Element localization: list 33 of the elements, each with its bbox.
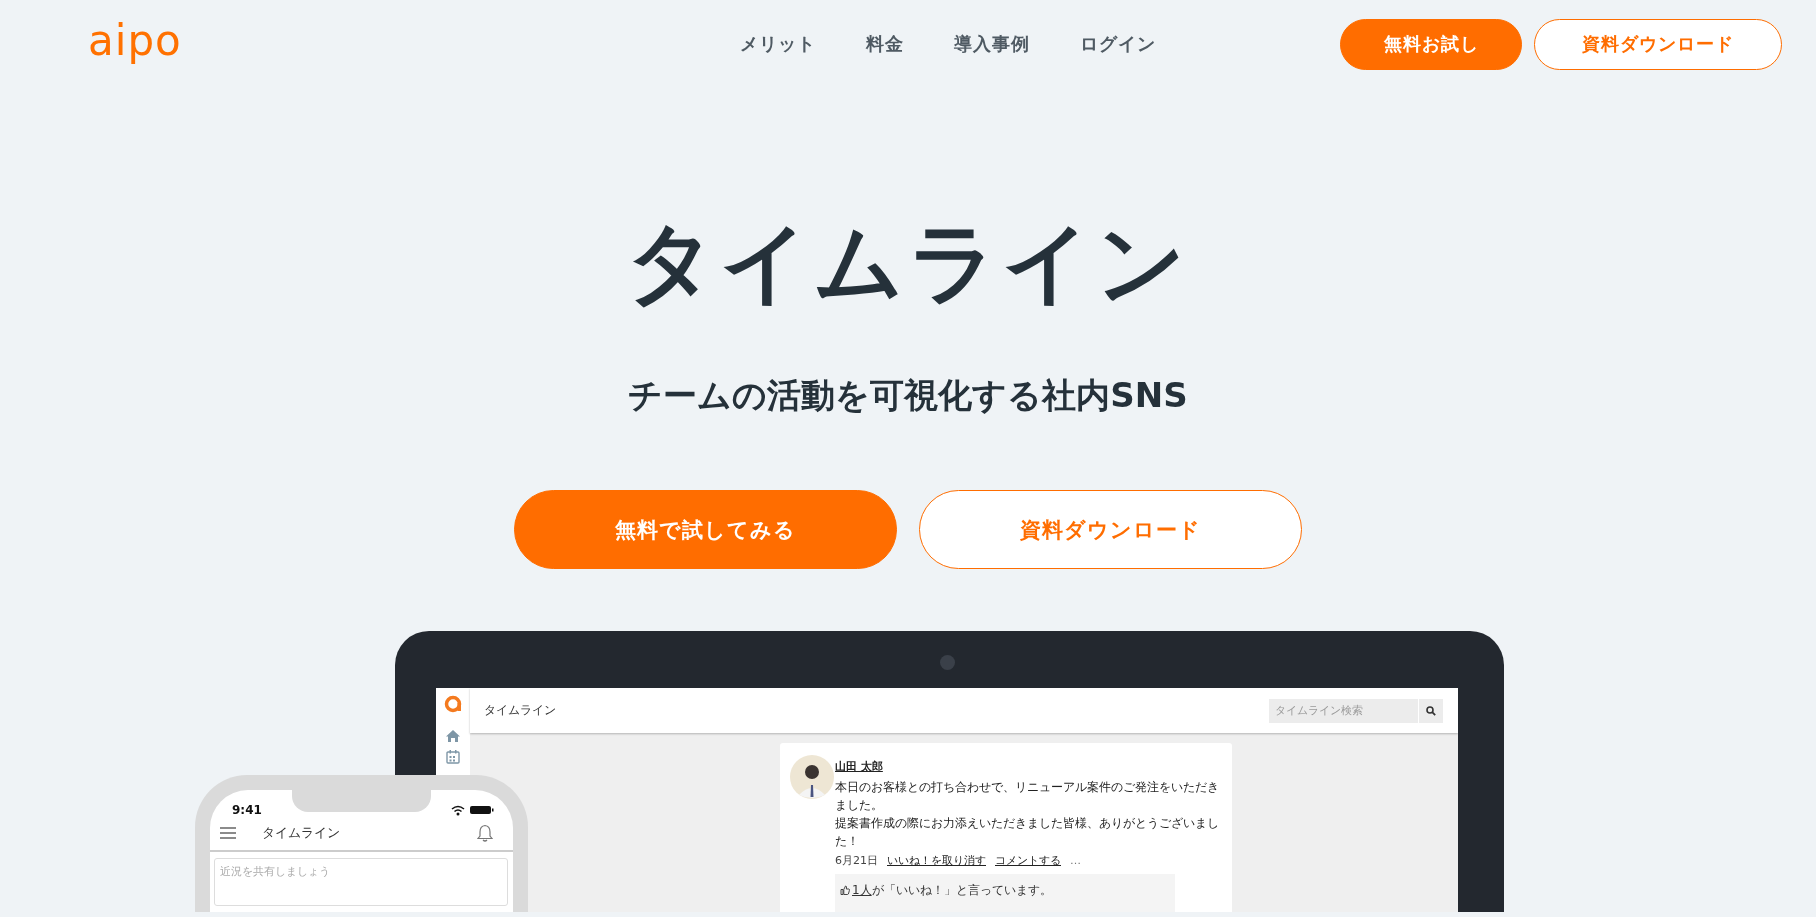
menu-button[interactable] <box>220 827 236 839</box>
likes-link[interactable]: 1人 <box>852 883 872 897</box>
post-text: 提案書作成の際にお力添えいただきました皆様、ありがとうございました！ <box>835 815 1220 850</box>
avatar <box>790 755 834 799</box>
status-time: 9:41 <box>232 803 262 817</box>
search-field[interactable]: タイムライン検索 <box>1269 698 1418 723</box>
hero-title: タイムライン <box>625 210 1191 316</box>
app-title: タイムライン <box>484 702 556 719</box>
action-link[interactable]: いいね！を取り消す <box>887 853 986 868</box>
compose-field[interactable]: 近況を共有しましょう <box>214 858 508 906</box>
post-text: 本日のお客様との打ち合わせで、リニューアル案件のご発注をいただきました。 <box>835 779 1220 814</box>
more-menu[interactable]: … <box>1070 854 1081 867</box>
logo-icon <box>443 694 463 714</box>
nav-link[interactable]: ログイン <box>1080 32 1156 56</box>
phone-title: タイムライン <box>262 824 340 842</box>
camera-dot <box>940 655 955 670</box>
nav-link[interactable]: 料金 <box>866 32 904 56</box>
menu-icon <box>220 827 236 839</box>
nav-link[interactable]: 導入事例 <box>954 32 1030 56</box>
home-icon <box>445 729 461 743</box>
bell-icon <box>477 824 493 842</box>
search-button[interactable] <box>1419 698 1443 723</box>
hero-subtitle: チームの活動を可視化する社内SNS <box>627 374 1189 417</box>
calendar-icon <box>446 749 460 764</box>
post-date: 6月21日 <box>835 853 878 868</box>
nav-link[interactable]: メリット <box>740 32 816 56</box>
thumbs-up-icon <box>840 884 850 895</box>
likes-text: 1人が「いいね！」と言っています。 <box>852 883 1052 897</box>
battery-icon <box>470 805 494 815</box>
wifi-icon <box>451 804 465 816</box>
action-link[interactable]: コメントする <box>995 853 1061 868</box>
search-icon <box>1426 705 1436 716</box>
author-link[interactable]: 山田 太郎 <box>835 759 1222 774</box>
